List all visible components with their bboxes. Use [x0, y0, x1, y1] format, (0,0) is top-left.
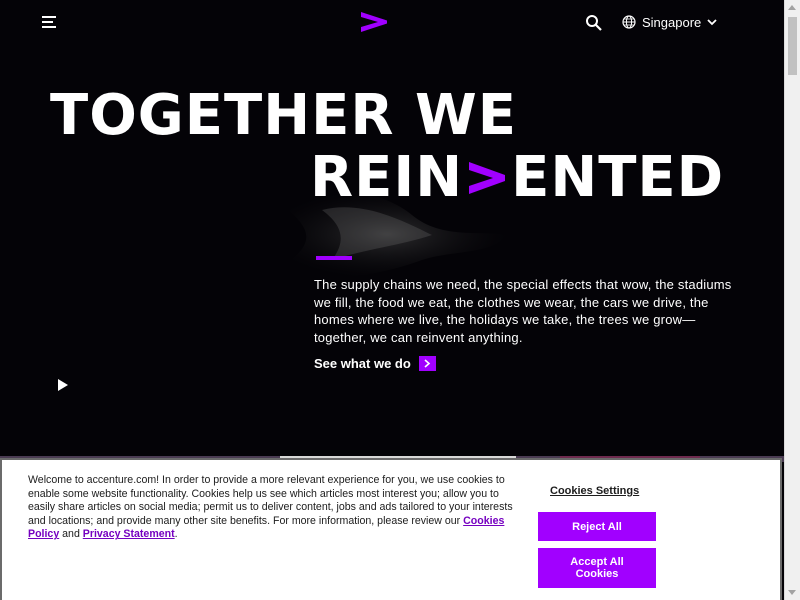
cookie-consent-banner: Welcome to accenture.com! In order to pr…: [0, 458, 782, 600]
hero-body-text: The supply chains we need, the special e…: [314, 277, 732, 345]
cta-label: See what we do: [314, 356, 411, 371]
scroll-down-arrow-icon[interactable]: [788, 590, 796, 595]
accent-divider: [316, 256, 352, 260]
play-icon[interactable]: [56, 378, 70, 392]
cookie-message: Welcome to accenture.com! In order to pr…: [28, 474, 518, 542]
scrollbar-thumb[interactable]: [788, 17, 797, 75]
cookie-end-text: .: [174, 528, 178, 541]
headline-part-end: ENTED: [511, 145, 725, 210]
cookie-and-text: and: [59, 528, 83, 541]
main-page: Singapore TOGETHER WE REIN ENTED The sup…: [0, 0, 784, 600]
hamburger-menu-icon-line: [42, 21, 53, 23]
cookies-settings-button[interactable]: Cookies Settings: [550, 485, 639, 497]
page-scrollbar[interactable]: [784, 0, 800, 600]
accenture-chevron-logo-icon[interactable]: [360, 11, 388, 33]
hamburger-menu-icon-line: [42, 26, 56, 28]
headline-part-start: REIN: [310, 145, 464, 210]
cta-arrow-box: [418, 356, 436, 371]
scroll-up-arrow-icon[interactable]: [788, 5, 796, 10]
country-label: Singapore: [642, 14, 702, 30]
reject-all-button[interactable]: Reject All: [538, 512, 656, 541]
privacy-statement-link[interactable]: Privacy Statement: [83, 528, 175, 540]
chevron-down-icon: [707, 19, 717, 26]
accept-all-label: Accept All Cookies: [570, 556, 624, 580]
search-icon[interactable]: [585, 14, 603, 32]
globe-icon: [622, 15, 636, 29]
chevron-right-icon: [424, 359, 431, 368]
accept-all-cookies-button[interactable]: Accept All Cookies: [538, 548, 656, 588]
hamburger-menu-icon: [42, 16, 56, 18]
cookie-message-text: Welcome to accenture.com! In order to pr…: [28, 474, 513, 527]
country-selector[interactable]: Singapore: [622, 12, 717, 32]
hero-headline-line2: REIN ENTED: [310, 150, 724, 206]
hero-headline-line1: TOGETHER WE: [50, 83, 517, 148]
menu-button[interactable]: [42, 15, 60, 29]
accent-chevron-icon: [469, 162, 506, 194]
see-what-we-do-link[interactable]: See what we do: [314, 356, 436, 371]
